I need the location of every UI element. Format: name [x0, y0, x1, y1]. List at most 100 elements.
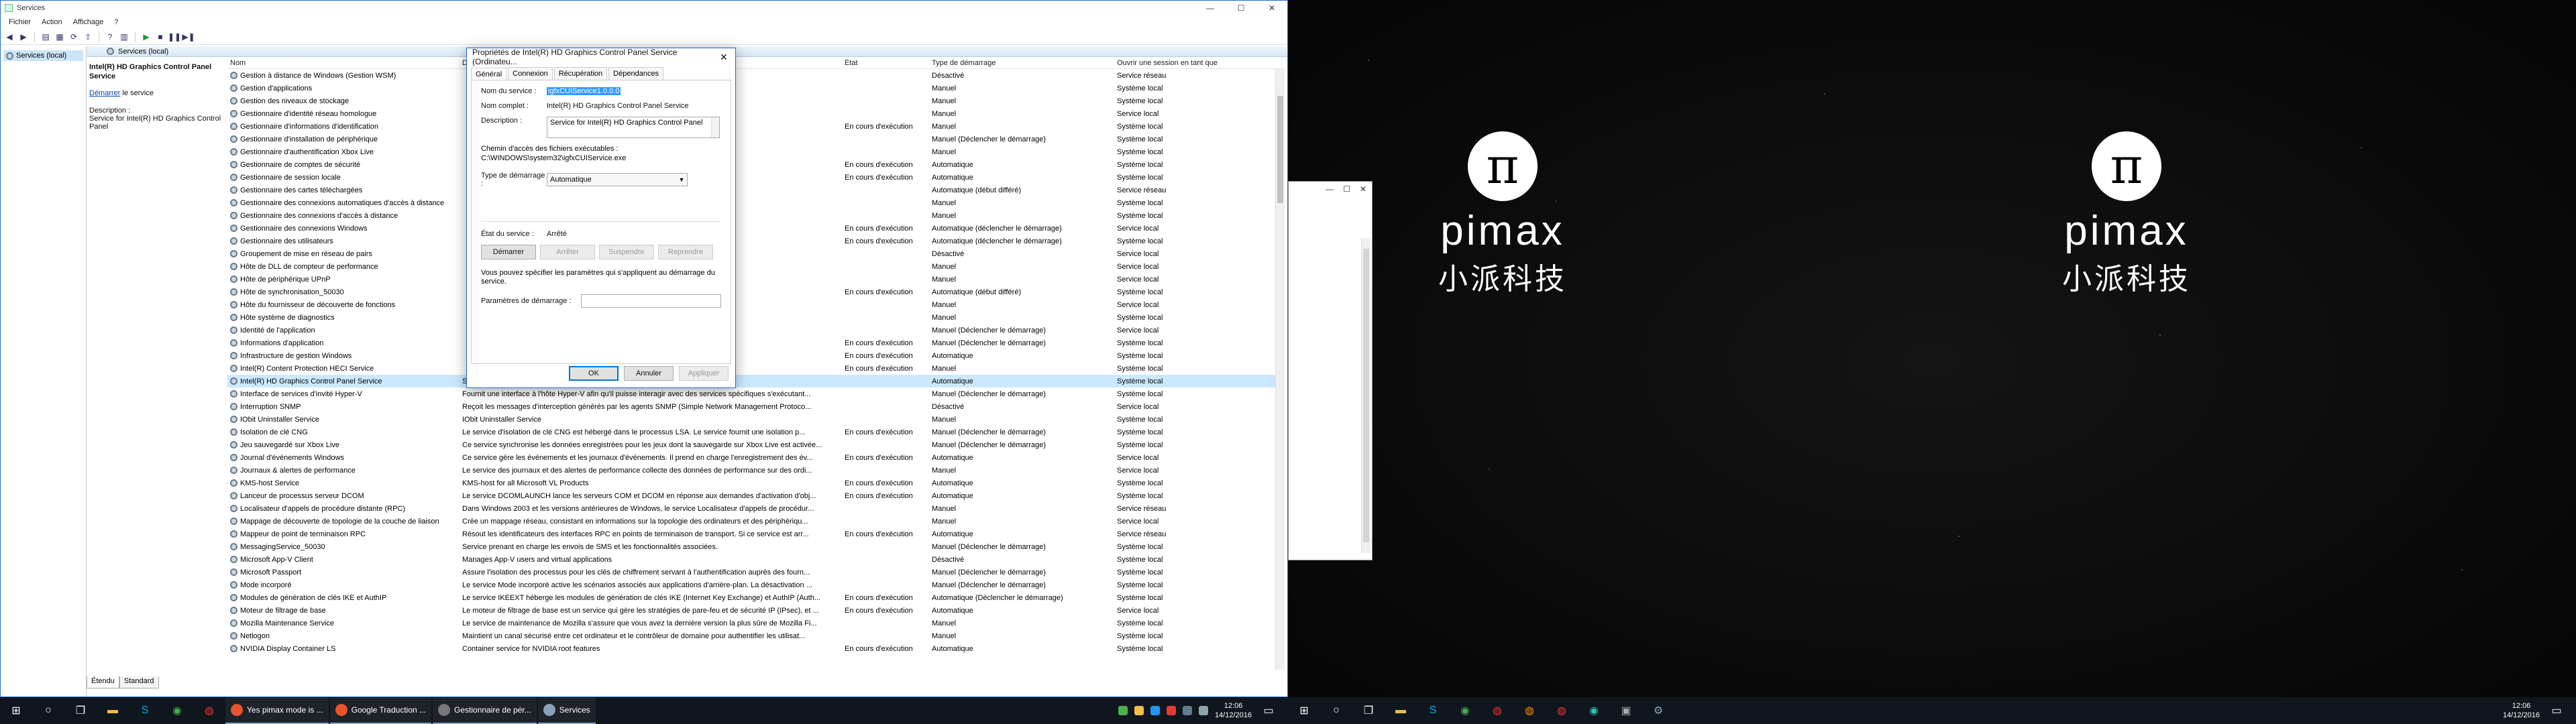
maximize-icon[interactable]: ☐ — [1343, 184, 1350, 194]
table-row[interactable]: Localisateur d'appels de procédure dista… — [227, 502, 1285, 515]
scrollbar-thumb[interactable] — [1277, 96, 1283, 203]
file-explorer-icon[interactable]: ▬ — [97, 697, 129, 724]
table-row[interactable]: NVIDIA Display Container LS Container ser… — [227, 642, 1285, 655]
ok-button[interactable]: OK — [569, 366, 619, 381]
view-icon[interactable]: ▥ — [118, 31, 130, 43]
description-scrollbar[interactable] — [711, 117, 719, 137]
table-row[interactable]: Hôte système de diagnostics Manuel Système… — [227, 311, 1285, 324]
display-name-value[interactable]: Intel(R) HD Graphics Control Panel Servi… — [547, 102, 689, 110]
stop-button[interactable]: Arrêter — [540, 245, 595, 259]
services-icon[interactable]: ⚙ — [1642, 697, 1674, 724]
fragment-scrollbar[interactable] — [1361, 238, 1371, 553]
start-button[interactable]: Démarrer — [481, 245, 536, 259]
help-icon[interactable]: ? — [104, 31, 116, 43]
taskbar-app-button[interactable]: Services — [537, 697, 596, 724]
table-row[interactable]: Gestionnaire d'authentification Xbox Liv… — [227, 145, 1285, 158]
table-row[interactable]: Microsoft Passport Assure l'isolation des… — [227, 566, 1285, 579]
table-row[interactable]: Gestionnaire d'identité réseau homologue… — [227, 107, 1285, 120]
resume-button[interactable]: Reprendre — [658, 245, 713, 259]
start-icon[interactable]: ⊞ — [0, 697, 32, 724]
uplay-icon[interactable]: ◉ — [161, 697, 193, 724]
table-row[interactable]: Jeu sauvegardé sur Xbox Live Ce service s… — [227, 438, 1285, 451]
action-center-icon[interactable]: ▭ — [2546, 697, 2567, 724]
task-view-icon[interactable]: ❐ — [1352, 697, 1385, 724]
table-row[interactable]: Gestionnaire des cartes téléchargées Auto… — [227, 184, 1285, 196]
export-list-icon[interactable]: ⇪ — [82, 31, 94, 43]
column-header-startup[interactable]: Type de démarrage — [929, 59, 1114, 67]
fragment-titlebar[interactable]: — ☐ ✕ — [1289, 182, 1372, 196]
cancel-button[interactable]: Annuler — [624, 366, 674, 381]
device-manager-icon[interactable]: ▣ — [1610, 697, 1642, 724]
maximize-icon[interactable]: ☐ — [1226, 1, 1256, 15]
table-row[interactable]: Mappeur de point de terminaison RPC Résou… — [227, 528, 1285, 540]
dialog-close-icon[interactable]: ✕ — [712, 52, 735, 63]
table-row[interactable]: Hôte de synchronisation_50030 En cours d'… — [227, 286, 1285, 298]
table-row[interactable]: Moteur de filtrage de base Le moteur de f… — [227, 604, 1285, 617]
table-row[interactable]: Intel(R) Content Protection HECI Service… — [227, 362, 1285, 375]
tray-app-icon[interactable] — [1166, 706, 1176, 715]
skype-icon[interactable]: S — [1417, 697, 1449, 724]
description-textbox[interactable]: Service for Intel(R) HD Graphics Control… — [547, 117, 720, 138]
chrome-icon[interactable]: ◍ — [193, 697, 225, 724]
tab-etendu[interactable]: Étendu — [87, 676, 119, 688]
tab-standard[interactable]: Standard — [119, 676, 159, 688]
start-service-icon[interactable]: ▶ — [140, 31, 152, 43]
table-row[interactable]: Gestionnaire de session locale En cours d… — [227, 171, 1285, 184]
taskbar-app-button[interactable]: Gestionnaire de pér... — [433, 697, 537, 724]
table-row[interactable]: Interface de services d'invité Hyper-V Fo… — [227, 387, 1285, 400]
table-row[interactable]: Gestion d'applications Manuel Système loca… — [227, 82, 1285, 95]
table-row[interactable]: Informations d'application En cours d'exé… — [227, 337, 1285, 349]
table-row[interactable]: Hôte de périphérique UPnP Manuel Service l… — [227, 273, 1285, 286]
table-row[interactable]: Hôte du fournisseur de découverte de fon… — [227, 298, 1285, 311]
column-header-name[interactable]: Nom — [227, 59, 460, 67]
start-service-link[interactable]: Démarrer — [89, 89, 120, 97]
restart-service-icon[interactable]: ▶❚ — [182, 31, 195, 43]
table-row[interactable]: Lanceur de processus serveur DCOM Le serv… — [227, 489, 1285, 502]
start-params-input[interactable] — [581, 294, 721, 308]
start-icon[interactable]: ⊞ — [1288, 697, 1320, 724]
taskbar-app-button[interactable]: Yes pimax mode is ... — [225, 697, 329, 724]
menu-affichage[interactable]: Affichage — [68, 18, 109, 26]
services-titlebar[interactable]: Services — ☐ ✕ — [1, 1, 1287, 15]
tab-connexion[interactable]: Connexion — [508, 67, 553, 80]
volume-icon[interactable] — [1198, 706, 1208, 715]
tray-app-icon[interactable] — [1150, 706, 1160, 715]
cortana-icon[interactable]: ○ — [1320, 697, 1352, 724]
column-header-state[interactable]: État — [842, 59, 929, 67]
startup-type-select[interactable]: Automatique ▼ — [547, 173, 688, 186]
vertical-scrollbar[interactable] — [1275, 69, 1285, 670]
table-row[interactable]: Mappage de découverte de topologie de la… — [227, 515, 1285, 528]
column-header-logon[interactable]: Ouvrir une session en tant que — [1114, 59, 1248, 67]
skype-icon[interactable]: S — [129, 697, 161, 724]
table-row[interactable]: Gestionnaire des utilisateurs En cours d'… — [227, 235, 1285, 247]
table-row[interactable]: Modules de génération de clés IKE et Aut… — [227, 591, 1285, 604]
network-icon[interactable] — [1182, 706, 1192, 715]
menu-fichier[interactable]: Fichier — [3, 18, 36, 26]
scrollbar-thumb[interactable] — [1363, 249, 1369, 542]
tab-general[interactable]: Général — [471, 68, 507, 80]
table-row[interactable]: Journal d'événements Windows Ce service g… — [227, 451, 1285, 464]
pause-service-icon[interactable]: ❚❚ — [168, 31, 181, 43]
table-row[interactable]: Gestionnaire des connexions Windows En co… — [227, 222, 1285, 235]
table-row[interactable]: Interruption SNMP Reçoit les messages d'i… — [227, 400, 1285, 413]
table-row[interactable]: MessagingService_50030 Service prenant en… — [227, 540, 1285, 553]
table-row[interactable]: Gestionnaire d'informations d'identifica… — [227, 120, 1285, 133]
table-row[interactable]: Isolation de clé CNG Le service d'isolati… — [227, 426, 1285, 438]
refresh-icon[interactable]: ⟳ — [68, 31, 80, 43]
tree-item-services-local[interactable]: Services (local) — [3, 50, 83, 61]
task-view-icon[interactable]: ❐ — [64, 697, 97, 724]
table-row[interactable]: Hôte de DLL de compteur de performance Ma… — [227, 260, 1285, 273]
table-row[interactable]: Gestionnaire des connexions d'accès à di… — [227, 209, 1285, 222]
table-row[interactable]: Gestion des niveaux de stockage Manuel Sys… — [227, 95, 1285, 107]
forward-icon[interactable]: ▶ — [17, 31, 30, 43]
minimize-icon[interactable]: — — [1195, 1, 1226, 15]
table-row[interactable]: Netlogon Maintient un canal sécurisé entr… — [227, 629, 1285, 642]
action-center-icon[interactable]: ▭ — [1258, 697, 1279, 724]
table-row[interactable]: Gestionnaire d'installation de périphéri… — [227, 133, 1285, 145]
taskbar-app-button[interactable]: Google Traduction ... — [329, 697, 432, 724]
clock[interactable]: 12:06 14/12/2016 — [1215, 701, 1252, 720]
tab-dependances[interactable]: Dépendances — [608, 67, 664, 80]
table-row[interactable]: Identité de l'application Manuel (Déclenc… — [227, 324, 1285, 337]
menu-action[interactable]: Action — [36, 18, 68, 26]
table-row[interactable]: Gestionnaire des connexions automatiques… — [227, 196, 1285, 209]
